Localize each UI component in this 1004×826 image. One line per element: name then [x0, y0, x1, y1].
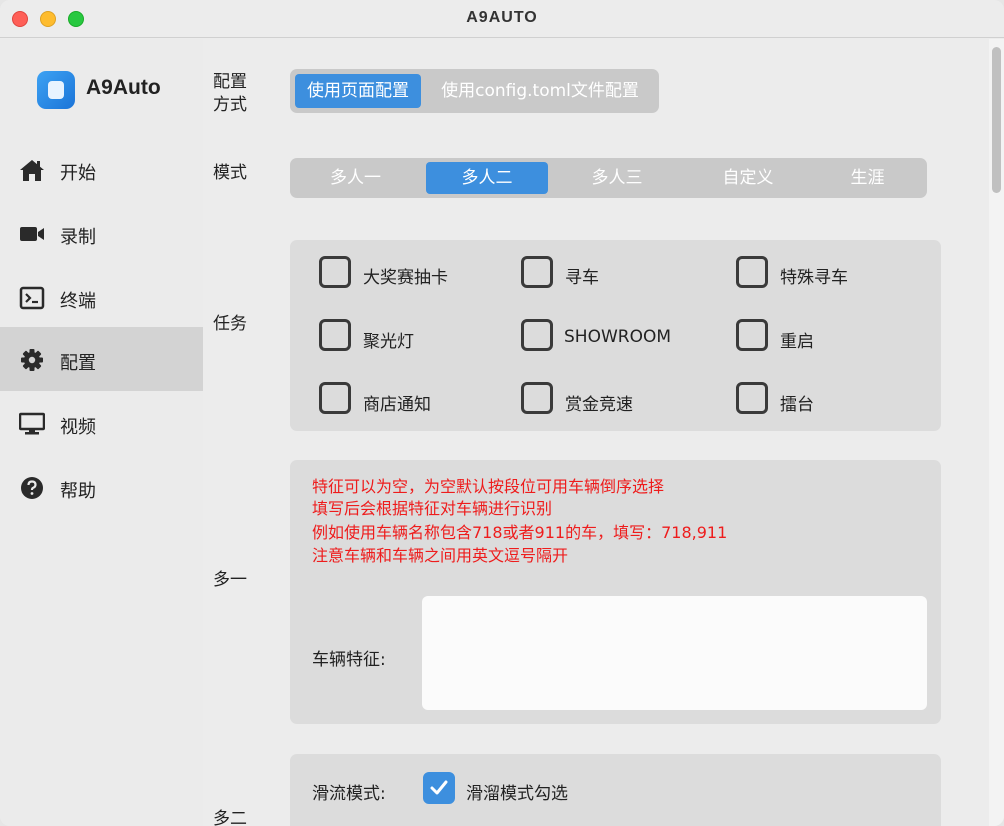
- mode-label: 模式: [213, 163, 247, 183]
- config-method-label-line2: 方式: [213, 95, 247, 115]
- vehicle-feature-input[interactable]: [422, 596, 927, 710]
- multi2-label: 多二: [213, 809, 247, 826]
- sidebar-item-terminal[interactable]: 终端: [0, 266, 203, 330]
- slipstream-mode-checkbox[interactable]: [423, 772, 455, 804]
- task-label-arena: 擂台: [780, 395, 814, 415]
- multi2-panel: 滑流模式: 滑溜模式勾选: [290, 754, 941, 826]
- task-checkbox-spotlight[interactable]: [319, 319, 351, 351]
- task-label-grand-prix: 大奖赛抽卡: [363, 268, 448, 288]
- sidebar-item-record[interactable]: 录制: [0, 202, 203, 266]
- multi1-panel: 特征可以为空，为空默认按段位可用车辆倒序选择 填写后会根据特征对车辆进行识别 例…: [290, 460, 941, 724]
- mode-segmented-control: 多人一 多人二 多人三 自定义 生涯: [290, 158, 927, 198]
- task-checkbox-car-hunt[interactable]: [521, 256, 553, 288]
- task-checkbox-special-hunt[interactable]: [736, 256, 768, 288]
- mode-option-multi3[interactable]: 多人三: [556, 162, 678, 194]
- checkmark-icon: [430, 780, 448, 795]
- task-checkbox-bounty-race[interactable]: [521, 382, 553, 414]
- task-checkbox-restart[interactable]: [736, 319, 768, 351]
- task-label-bounty-race: 赏金竞速: [565, 395, 633, 415]
- slipstream-checkbox-label: 滑溜模式勾选: [466, 784, 568, 804]
- sidebar-item-config[interactable]: 配置: [0, 327, 203, 391]
- task-checkbox-grand-prix[interactable]: [319, 256, 351, 288]
- mode-option-multi2[interactable]: 多人二: [426, 162, 548, 194]
- slipstream-mode-label: 滑流模式:: [312, 784, 386, 804]
- mode-option-career[interactable]: 生涯: [808, 162, 927, 194]
- task-label-restart: 重启: [780, 332, 814, 352]
- tasks-panel: 大奖赛抽卡 寻车 特殊寻车 聚光灯 SHOWROOM 重启 商店通知 赏金竞速 …: [290, 240, 941, 431]
- config-method-toml-option[interactable]: 使用config.toml文件配置: [426, 74, 654, 108]
- content-scrollbar[interactable]: [989, 39, 1004, 826]
- sidebar-item-video[interactable]: 视频: [0, 392, 203, 456]
- multi1-hint-line: 例如使用车辆名称包含718或者911的车，填写：718,911: [312, 523, 728, 542]
- sidebar-item-label: 开始: [60, 163, 96, 184]
- task-checkbox-shop-notify[interactable]: [319, 382, 351, 414]
- task-label-special-hunt: 特殊寻车: [780, 268, 848, 288]
- home-icon: [20, 160, 44, 181]
- help-icon: [21, 477, 43, 499]
- app-name: A9Auto: [86, 76, 161, 99]
- config-method-label-line1: 配置: [213, 72, 247, 92]
- terminal-icon: [19, 286, 45, 310]
- task-checkbox-arena[interactable]: [736, 382, 768, 414]
- monitor-icon: [19, 412, 45, 435]
- sidebar-item-label: 录制: [60, 227, 96, 248]
- multi1-hint-line: 填写后会根据特征对车辆进行识别: [312, 499, 553, 518]
- sidebar-item-start[interactable]: 开始: [0, 138, 203, 202]
- scrollbar-thumb[interactable]: [992, 47, 1001, 193]
- config-method-segmented-control: 使用页面配置 使用config.toml文件配置: [290, 69, 659, 113]
- multi1-hint-line: 特征可以为空，为空默认按段位可用车辆倒序选择: [312, 477, 665, 496]
- sidebar-item-label: 帮助: [60, 481, 96, 502]
- sidebar-item-label: 视频: [60, 417, 96, 438]
- title-bar: A9AUTO: [0, 0, 1004, 38]
- tasks-label: 任务: [213, 314, 247, 334]
- mode-option-custom[interactable]: 自定义: [687, 162, 809, 194]
- multi1-hint-line: 注意车辆和车辆之间用英文逗号隔开: [312, 546, 569, 565]
- app-window: A9AUTO A9Auto 开始 录制 终端 配置 视频 帮助 配置 方式 使用…: [0, 0, 1004, 826]
- task-label-shop-notify: 商店通知: [363, 395, 431, 415]
- task-label-car-hunt: 寻车: [565, 268, 599, 288]
- sidebar-item-label: 终端: [60, 291, 96, 312]
- video-camera-icon: [20, 227, 44, 241]
- task-label-showroom: SHOWROOM: [564, 327, 672, 347]
- sidebar-item-help[interactable]: 帮助: [0, 456, 203, 520]
- multi1-label: 多一: [213, 570, 247, 590]
- config-method-page-option[interactable]: 使用页面配置: [295, 74, 421, 108]
- vehicle-feature-label: 车辆特征:: [312, 650, 386, 670]
- sidebar-item-label: 配置: [60, 353, 96, 374]
- config-content: 配置 方式 使用页面配置 使用config.toml文件配置 模式 多人一 多人…: [203, 39, 989, 826]
- gear-icon: [21, 349, 43, 371]
- task-checkbox-showroom[interactable]: [521, 319, 553, 351]
- window-title: A9AUTO: [466, 9, 538, 26]
- sidebar: A9Auto 开始 录制 终端 配置 视频 帮助: [0, 39, 203, 826]
- task-label-spotlight: 聚光灯: [363, 332, 414, 352]
- mode-option-multi1[interactable]: 多人一: [296, 162, 415, 194]
- app-logo-icon: [37, 71, 75, 109]
